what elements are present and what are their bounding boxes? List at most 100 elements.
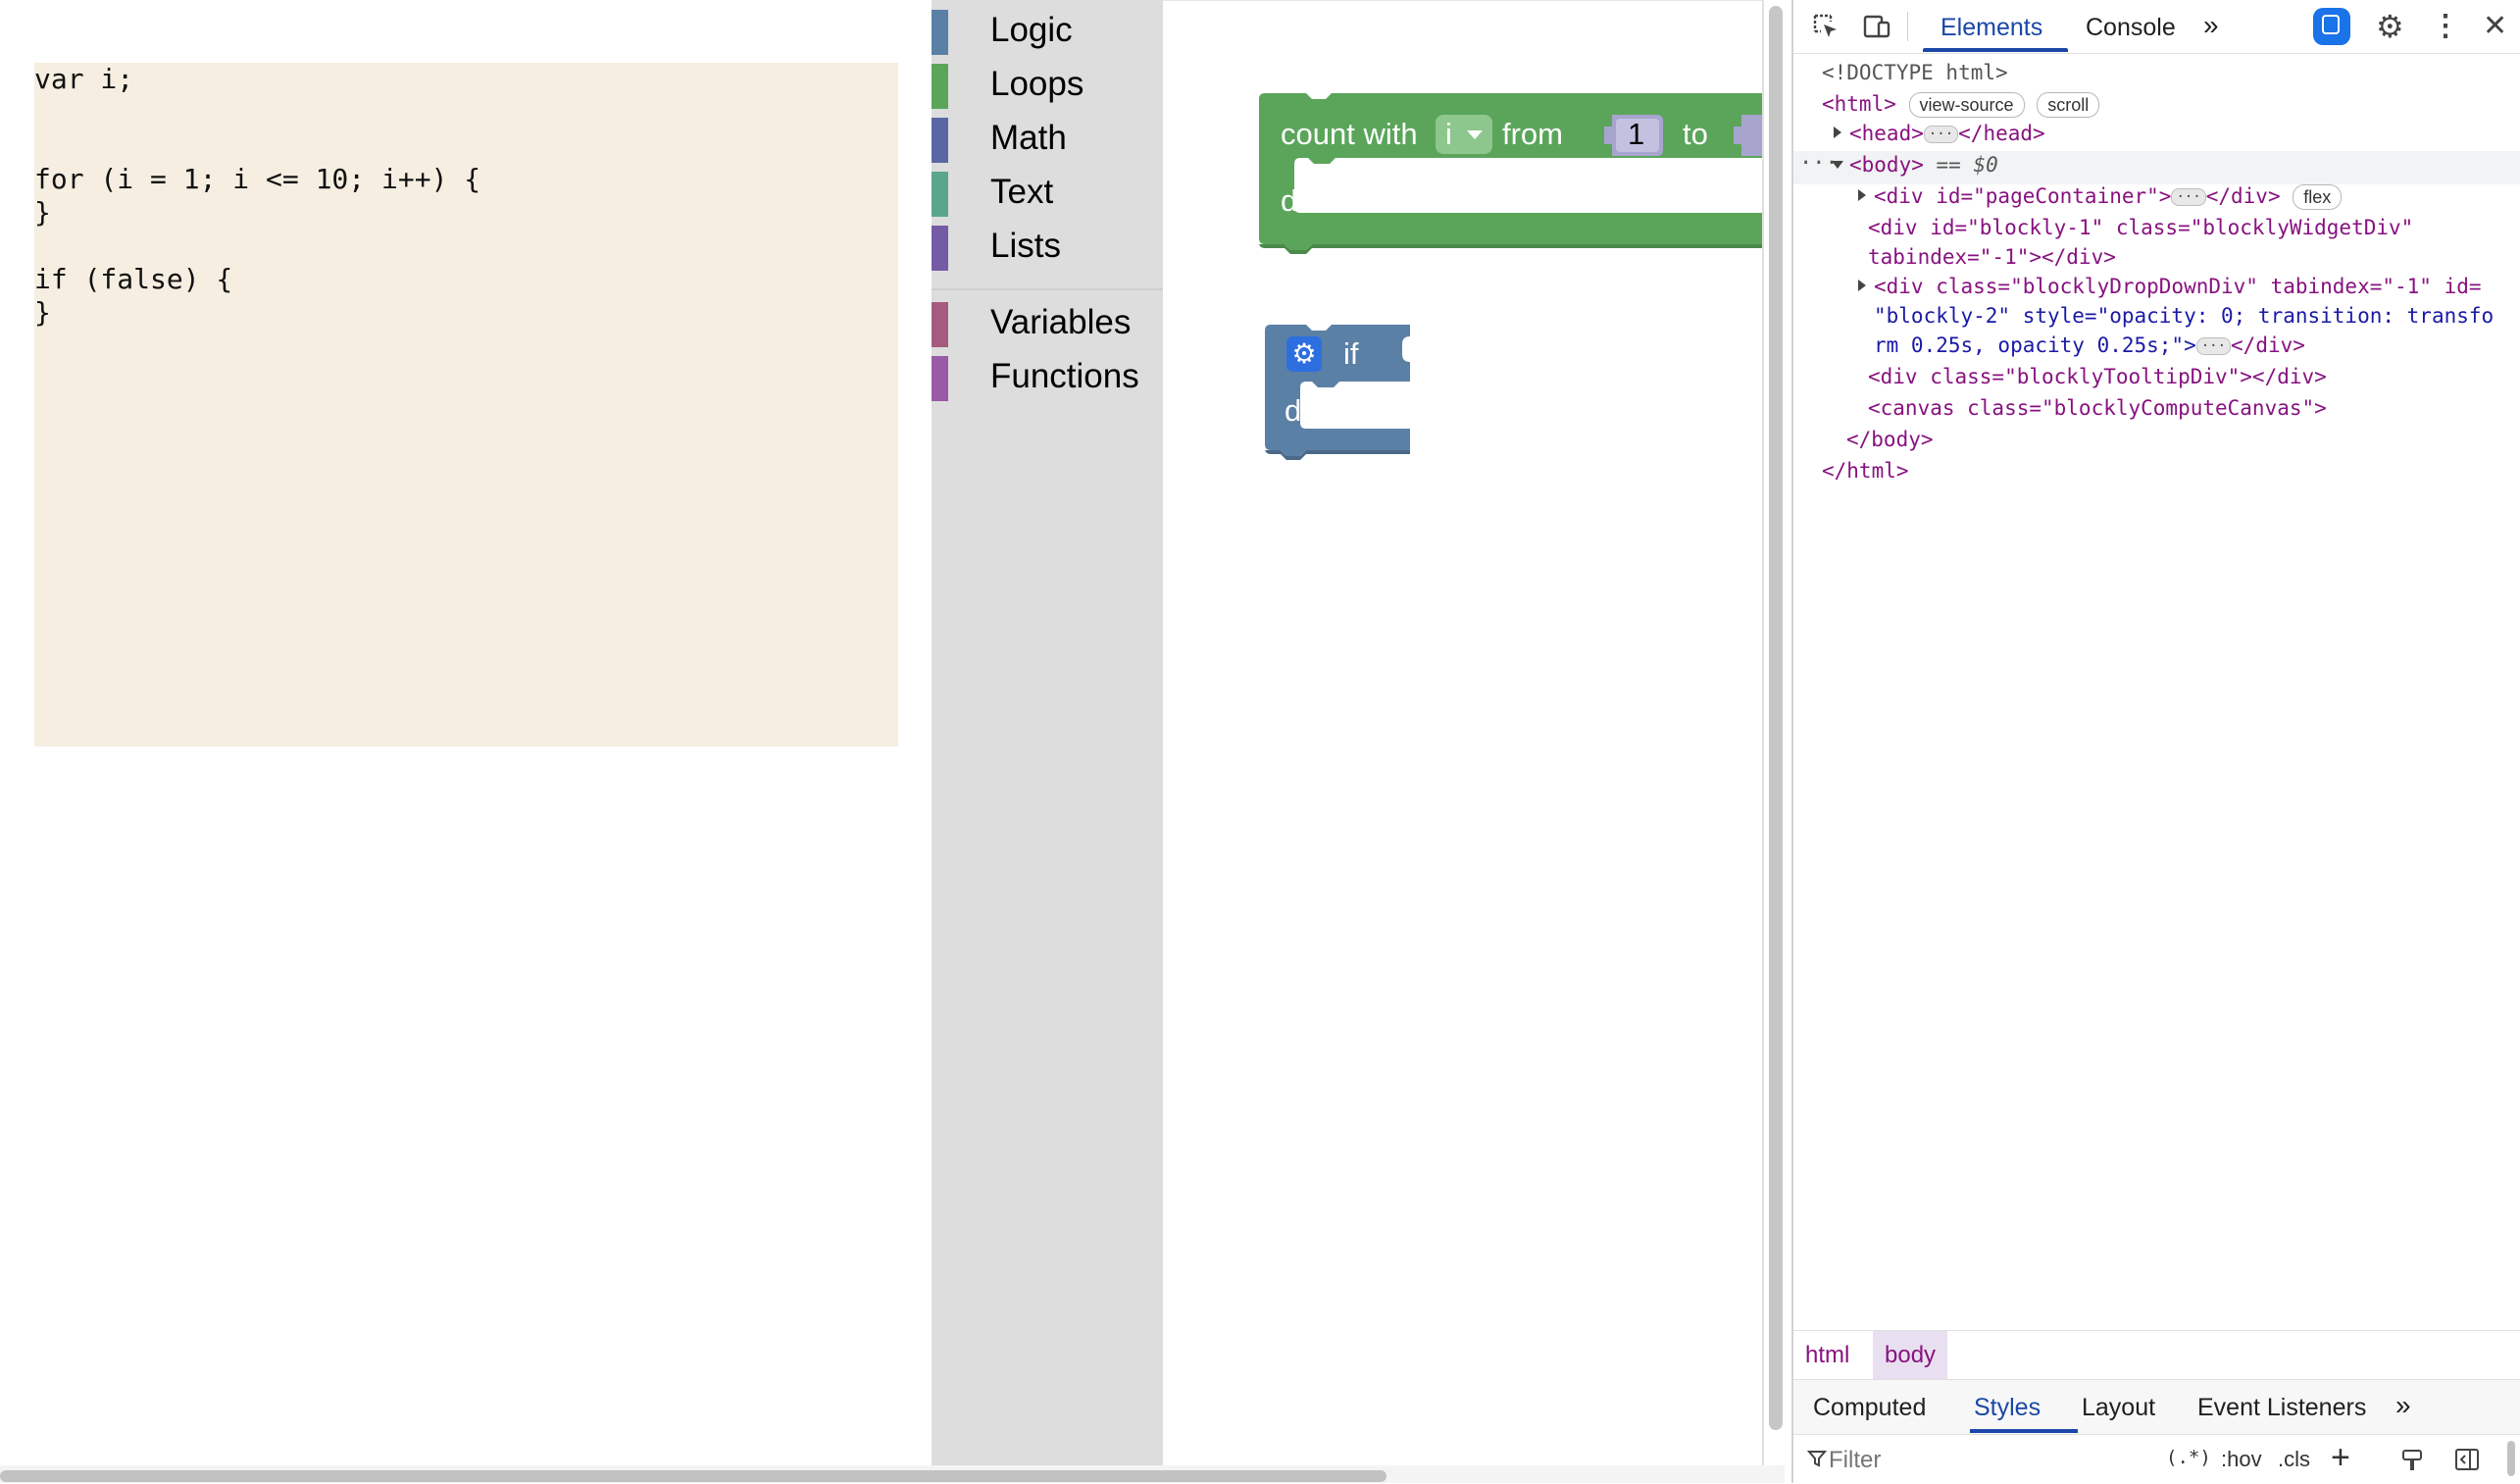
body-close-tag: </body> [1846, 428, 1934, 451]
page-horizontal-scrollbar[interactable] [0, 1470, 1386, 1482]
dom-node-tooltip-div[interactable]: <div class="blocklyTooltipDiv"></div> [1868, 365, 2327, 388]
loop-from-number-field[interactable]: 1 [1628, 117, 1644, 152]
close-icon[interactable]: ✕ [2483, 8, 2507, 45]
dom-node-dropdown-div-cont[interactable]: "blockly-2" style="opacity: 0; transitio… [1874, 304, 2494, 328]
controls-for-block[interactable]: count with i from 1 to do [1163, 1, 1763, 295]
breadcrumb: html body [1793, 1330, 2520, 1380]
hover-state-toggle[interactable]: :hov [2221, 1447, 2262, 1472]
collapsed-ellipsis-icon[interactable]: ··· [2171, 188, 2206, 206]
filter-icon [1807, 1451, 1827, 1467]
more-tabs-chevron-icon[interactable]: » [2203, 10, 2219, 41]
widget-div-tag-cont: tabindex="-1"></div> [1868, 245, 2116, 269]
tab-computed[interactable]: Computed [1813, 1394, 1926, 1422]
tab-elements[interactable]: Elements [1940, 14, 2042, 42]
new-style-rule-plus-icon[interactable]: + [2331, 1439, 2350, 1477]
breadcrumb-body[interactable]: body [1873, 1331, 1948, 1380]
category-label: Lists [990, 227, 1061, 265]
dom-tree: <!DOCTYPE html> <html> view-source scrol… [1793, 55, 2520, 1330]
dropdown-div-tag-cont: "blockly-2" style="opacity: 0; transitio… [1874, 304, 2495, 328]
collapsed-ellipsis-icon[interactable]: ··· [1923, 126, 1959, 143]
code-line: } [34, 196, 51, 229]
category-color-swatch [932, 226, 948, 271]
category-color-swatch [932, 118, 948, 163]
dropdown-div-tag-cont2: rm 0.25s, opacity 0.25s;"> [1874, 333, 2196, 357]
dom-node-widget-div[interactable]: <div id="blockly-1" class="blocklyWidget… [1868, 216, 2413, 239]
scroll-badge[interactable]: scroll [2037, 92, 2100, 118]
device-toolbar-icon[interactable] [1862, 12, 1891, 41]
tab-console[interactable]: Console [2086, 14, 2176, 42]
collapsed-ellipsis-icon[interactable]: ··· [2195, 337, 2232, 355]
toolbox-category-functions[interactable]: Functions [932, 351, 1163, 401]
expand-node-triangle-icon[interactable] [1858, 280, 1866, 291]
category-label: Loops [990, 65, 1084, 103]
paint-brush-icon[interactable] [2401, 1449, 2423, 1472]
category-label: Variables [990, 303, 1132, 341]
tooltip-div-tag: <div class="blocklyTooltipDiv"></div> [1868, 365, 2327, 388]
controls-if-block[interactable]: ⚙ if do [1163, 295, 1457, 491]
ai-assistance-icon[interactable] [2313, 8, 2350, 45]
loop-do-label: do [1281, 183, 1315, 218]
workspace-border [1762, 0, 1764, 1465]
tab-layout[interactable]: Layout [2082, 1394, 2155, 1422]
toolbox-category-loops[interactable]: Loops [932, 59, 1163, 109]
code-line: for (i = 1; i <= 10; i++) { [34, 163, 481, 195]
head-close-tag: </head> [1958, 122, 2045, 145]
chevron-down-icon [1467, 130, 1483, 139]
gear-icon[interactable]: ⚙ [1288, 338, 1320, 370]
active-tab-indicator [1970, 1429, 2078, 1433]
toolbox-category-variables[interactable]: Variables [932, 297, 1163, 347]
dom-node-widget-div-cont[interactable]: tabindex="-1"></div> [1868, 245, 2116, 269]
toolbox-category-text[interactable]: Text [932, 167, 1163, 217]
devtools-panel: Elements Console » ⚙ ⋮ ✕ <!DOCTYPE html>… [1791, 0, 2520, 1484]
body-open-tag: <body> [1849, 153, 1924, 177]
category-label: Logic [990, 11, 1073, 49]
tab-styles[interactable]: Styles [1974, 1394, 2041, 1422]
devtools-toolbar: Elements Console » ⚙ ⋮ ✕ [1793, 0, 2520, 54]
variable-dropdown-bg [1436, 115, 1492, 154]
regex-toggle[interactable]: (.*) [2166, 1447, 2211, 1468]
styles-pane-scrollbar[interactable] [2507, 1441, 2515, 1476]
collapse-body-triangle-icon[interactable] [1832, 161, 1843, 169]
category-label: Functions [990, 357, 1139, 395]
class-toggle[interactable]: .cls [2278, 1447, 2310, 1472]
toggle-sidebar-icon[interactable] [2454, 1448, 2480, 1471]
dom-node-head[interactable]: <head> ··· </head> [1849, 122, 2045, 145]
dom-node-canvas[interactable]: <canvas class="blocklyComputeCanvas"> [1868, 396, 2327, 420]
dom-node-dropdown-div-cont2[interactable]: rm 0.25s, opacity 0.25s;"> ··· </div> [1874, 333, 2305, 357]
flex-badge[interactable]: flex [2293, 184, 2343, 210]
styles-filter-bar: (.*) :hov .cls + [1793, 1434, 2520, 1484]
canvas-tag: <canvas class="blocklyComputeCanvas"> [1868, 396, 2327, 420]
html-close-tag: </html> [1822, 459, 1909, 483]
dom-node-html-close[interactable]: </html> [1822, 459, 1909, 483]
toolbox-category-lists[interactable]: Lists [932, 221, 1163, 271]
loop-variable-dropdown[interactable]: i [1445, 117, 1452, 152]
settings-gear-icon[interactable]: ⚙ [2376, 8, 2404, 45]
dom-node-body[interactable]: <body> == $0 [1849, 153, 1998, 177]
more-tabs-chevron-icon[interactable]: » [2395, 1390, 2411, 1421]
category-color-swatch [932, 10, 948, 55]
active-tab-indicator [1923, 48, 2068, 52]
styles-filter-input[interactable] [1827, 1443, 2027, 1478]
tab-event-listeners[interactable]: Event Listeners [2197, 1394, 2366, 1422]
div-close-tag: </div> [2231, 333, 2305, 357]
expand-node-triangle-icon[interactable] [1858, 189, 1866, 201]
toolbox-category-math[interactable]: Math [932, 113, 1163, 163]
breadcrumb-html[interactable]: html [1793, 1331, 1861, 1380]
dom-node-html[interactable]: <html> view-source scroll [1822, 92, 2100, 118]
expand-head-triangle-icon[interactable] [1834, 127, 1841, 138]
inspect-element-icon[interactable] [1811, 12, 1840, 41]
blockly-toolbox: Logic Loops Math Text Lists Variables Fu… [932, 0, 1163, 1465]
code-line: var i; [34, 63, 134, 95]
category-label: Math [990, 119, 1067, 157]
view-source-badge[interactable]: view-source [1908, 92, 2025, 118]
dom-node-page-container[interactable]: <div id="pageContainer"> ··· </div> flex [1874, 184, 2343, 210]
dom-doctype[interactable]: <!DOCTYPE html> [1822, 61, 2008, 84]
toolbox-category-logic[interactable]: Logic [932, 5, 1163, 55]
if-label: if [1343, 336, 1359, 371]
widget-div-tag: <div id="blockly-1" class="blocklyWidget… [1868, 216, 2414, 239]
dom-node-dropdown-div[interactable]: <div class="blocklyDropDownDiv" tabindex… [1874, 275, 2482, 298]
dom-node-body-close[interactable]: </body> [1846, 428, 1934, 451]
more-options-kebab-icon[interactable]: ⋮ [2431, 8, 2460, 45]
blockly-workspace[interactable]: count with i from 1 to do ⚙ if do [1163, 0, 1763, 1465]
workspace-vertical-scrollbar[interactable] [1769, 6, 1783, 1430]
